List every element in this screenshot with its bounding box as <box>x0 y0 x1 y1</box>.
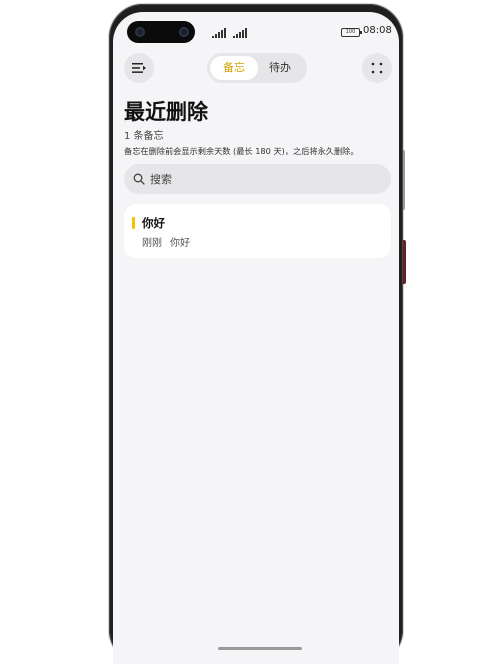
phone-frame: 100 08:08 备忘 待办 最近删除 1 条备忘 备忘在删除前会显示剩余天数… <box>109 4 403 664</box>
home-indicator[interactable] <box>218 647 302 650</box>
tab-todo[interactable]: 待办 <box>256 56 304 80</box>
note-preview: 你好 <box>170 238 190 249</box>
note-marker <box>132 217 135 229</box>
screen: 100 08:08 备忘 待办 最近删除 1 条备忘 备忘在删除前会显示剩余天数… <box>113 12 399 664</box>
camera-lens <box>135 27 145 37</box>
deletion-hint: 备忘在删除前会显示剩余天数 (最长 180 天)，之后将永久删除。 <box>124 146 359 156</box>
note-title: 你好 <box>142 216 165 230</box>
menu-button[interactable] <box>124 53 154 83</box>
signal-icon <box>212 28 226 38</box>
more-button[interactable] <box>362 53 392 83</box>
category-switcher: 备忘 待办 <box>207 53 307 83</box>
menu-icon <box>132 63 146 73</box>
volume-button <box>403 150 405 210</box>
status-time: 08:08 <box>363 25 392 36</box>
note-meta: 刚刚 你好 <box>142 234 190 249</box>
note-time: 刚刚 <box>142 238 162 249</box>
list-item[interactable]: 你好 刚刚 你好 <box>124 204 391 258</box>
camera-lens <box>179 27 189 37</box>
search-bar[interactable] <box>124 164 391 194</box>
search-icon <box>133 173 145 185</box>
signal-icon <box>233 28 247 38</box>
battery-icon: 100 <box>341 28 362 37</box>
page-title: 最近删除 <box>124 100 208 124</box>
search-input[interactable] <box>150 164 380 194</box>
note-count: 1 条备忘 <box>124 131 164 142</box>
tab-notes[interactable]: 备忘 <box>210 56 258 80</box>
front-camera <box>127 21 195 43</box>
more-icon <box>371 62 383 74</box>
power-button <box>403 240 406 284</box>
